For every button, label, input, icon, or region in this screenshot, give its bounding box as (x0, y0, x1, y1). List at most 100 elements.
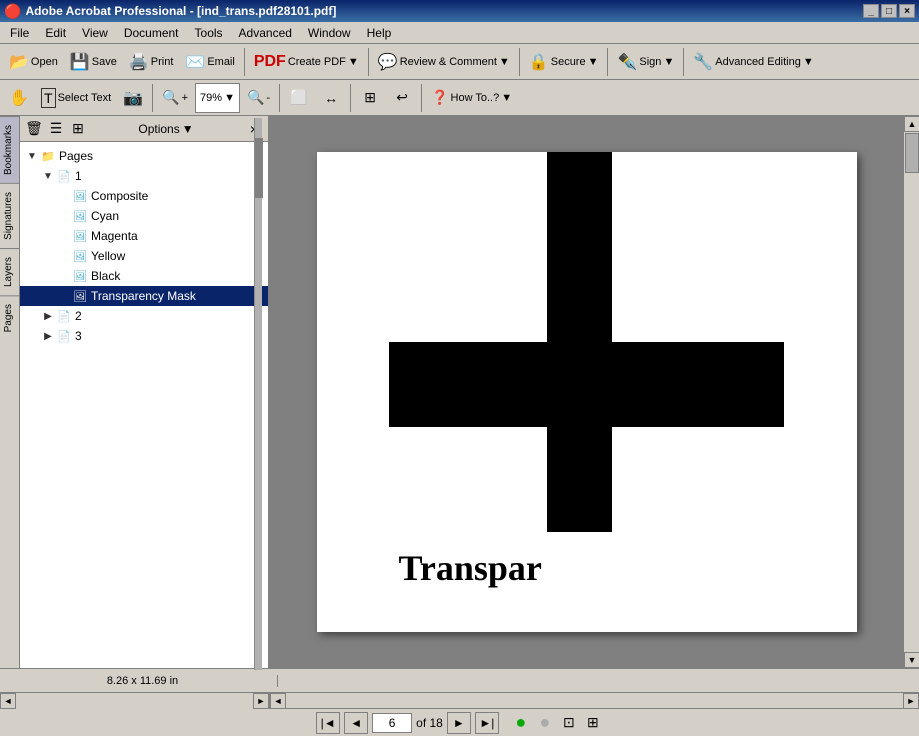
signatures-tab[interactable]: Signatures (0, 183, 19, 248)
zoom-in-icon: 🔍 (162, 89, 179, 106)
menu-edit[interactable]: Edit (39, 24, 72, 42)
nav-zoom-icon[interactable]: ⊞ (583, 713, 603, 733)
expander-page1: ▼ (40, 168, 56, 184)
minimize-button[interactable]: _ (863, 4, 879, 18)
maximize-button[interactable]: □ (881, 4, 897, 18)
nav-status-green[interactable]: ● (511, 713, 531, 733)
hand-tool-button[interactable]: ✋ (4, 83, 34, 113)
nav-status-gray[interactable]: ● (535, 713, 555, 733)
tree-node-magenta[interactable]: 🖼 Magenta (20, 226, 268, 246)
tree-node-transparency-mask[interactable]: 🖼 Transparency Mask (20, 286, 268, 306)
menu-document[interactable]: Document (118, 24, 185, 42)
email-icon: ✉️ (185, 52, 205, 72)
sign-button[interactable]: ✒️ Sign ▼ (612, 47, 679, 77)
camera-icon: 📷 (123, 88, 143, 108)
pdf-page: Transpar Objekte (317, 152, 857, 632)
detail-view-icon[interactable]: ⊞ (68, 119, 88, 139)
dropdown-arrow-icon: ▼ (348, 56, 359, 68)
cross-text-right: Objekte (644, 360, 768, 402)
advanced-editing-dropdown-icon: ▼ (803, 56, 814, 68)
tree-node-black[interactable]: 🖼 Black (20, 266, 268, 286)
create-pdf-button[interactable]: PDF Create PDF ▼ (249, 47, 364, 77)
menu-advanced[interactable]: Advanced (233, 24, 298, 42)
review-button[interactable]: 💬 Review & Comment ▼ (373, 47, 515, 77)
fit-page-icon: ⬜ (290, 89, 307, 106)
rotate-button[interactable]: ↩ (387, 83, 417, 113)
zoom-out-button[interactable]: 🔍 - (242, 83, 275, 113)
expander-pages: ▼ (24, 148, 40, 164)
tree-node-composite[interactable]: 🖼 Composite (20, 186, 268, 206)
page3-icon: 📄 (56, 328, 72, 344)
open-button[interactable]: 📂 Open (4, 47, 63, 77)
fit-page-button[interactable]: ⬜ (284, 83, 314, 113)
scroll-up-button[interactable]: ▲ (904, 116, 919, 132)
email-button[interactable]: ✉️ Email (180, 47, 239, 77)
print-button[interactable]: 🖨️ Print (124, 47, 179, 77)
menu-help[interactable]: Help (361, 24, 398, 42)
zoom-selector[interactable]: 79% ▼ (195, 83, 240, 113)
tree-header-icons: 🗑 ☰ ⊞ (24, 119, 88, 139)
first-page-button[interactable]: |◄ (316, 712, 340, 734)
h-scroll-left-button[interactable]: ◄ (0, 693, 16, 709)
nav-fit-icon[interactable]: ⊡ (559, 713, 579, 733)
secure-icon: 🔒 (529, 52, 549, 72)
dimensions-area: 8.26 x 11.69 in (8, 675, 278, 687)
nav-status-icons: ● ● ⊡ ⊞ (511, 713, 603, 733)
create-pdf-icon: PDF (254, 53, 286, 71)
magenta-icon: 🖼 (72, 228, 88, 244)
tree-node-pages[interactable]: ▼ 📁 Pages (20, 146, 268, 166)
bookmarks-tab[interactable]: Bookmarks (0, 116, 19, 183)
layers-tab[interactable]: Layers (0, 248, 19, 295)
title-text: 🔴 Adobe Acrobat Professional - [ind_tran… (4, 3, 336, 20)
tree-node-page1[interactable]: ▼ 📄 1 (20, 166, 268, 186)
tree-node-yellow[interactable]: 🖼 Yellow (20, 246, 268, 266)
scroll-thumb (905, 133, 919, 173)
pdf-area: Transpar Objekte (270, 116, 903, 668)
h-scroll-prev-button[interactable]: ◄ (270, 693, 286, 709)
tree-node-page2[interactable]: ▶ 📄 2 (20, 306, 268, 326)
expander-cyan (56, 208, 72, 224)
close-window-button[interactable]: × (899, 4, 915, 18)
page-number-input[interactable] (372, 713, 412, 733)
h-scroll-left-section: ◄ ► (0, 693, 270, 709)
secure-button[interactable]: 🔒 Secure ▼ (524, 47, 604, 77)
h-scroll-track (16, 693, 253, 709)
title-bar: 🔴 Adobe Acrobat Professional - [ind_tran… (0, 0, 919, 22)
actual-size-button[interactable]: ⊞ (355, 83, 385, 113)
app-icon: 🔴 (4, 3, 21, 20)
pages-folder-icon: 📁 (40, 148, 56, 164)
prev-page-button[interactable]: ◄ (344, 712, 368, 734)
expander-black (56, 268, 72, 284)
menu-tools[interactable]: Tools (189, 24, 229, 42)
camera-button[interactable]: 📷 (118, 83, 148, 113)
delete-icon[interactable]: 🗑 (24, 119, 44, 139)
last-page-button[interactable]: ►| (475, 712, 499, 734)
fit-width-button[interactable]: ↔ (316, 83, 346, 113)
zoom-in-button[interactable]: 🔍 + (157, 83, 193, 113)
sign-icon: ✒️ (617, 52, 637, 72)
menu-window[interactable]: Window (302, 24, 357, 42)
menu-file[interactable]: File (4, 24, 35, 42)
tree-scroll-area[interactable]: ▼ 📁 Pages ▼ 📄 1 🖼 Composite 🖼 Cyan (20, 142, 268, 668)
save-button[interactable]: 💾 Save (65, 47, 122, 77)
h-scroll-right-button[interactable]: ► (253, 693, 269, 709)
list-view-icon[interactable]: ☰ (46, 119, 66, 139)
h-scroll-next-button[interactable]: ► (903, 693, 919, 709)
advanced-editing-button[interactable]: 🔧 Advanced Editing ▼ (688, 47, 818, 77)
zoom-out-icon: 🔍 (247, 89, 264, 106)
tree-options-button[interactable]: Options ▼ (131, 119, 200, 139)
pages-tab[interactable]: Pages (0, 295, 19, 340)
how-to-button[interactable]: ❓ How To..? ▼ (426, 83, 517, 113)
menu-view[interactable]: View (76, 24, 114, 42)
page-of-label: of 18 (416, 716, 443, 730)
how-to-dropdown-icon: ▼ (501, 92, 512, 104)
tree-node-page3[interactable]: ▶ 📄 3 (20, 326, 268, 346)
tree-node-cyan[interactable]: 🖼 Cyan (20, 206, 268, 226)
scroll-track (904, 132, 919, 652)
select-text-button[interactable]: T Select Text (36, 83, 116, 113)
dimensions-display: 8.26 x 11.69 in (107, 675, 178, 687)
advanced-editing-icon: 🔧 (693, 52, 713, 72)
next-page-button[interactable]: ► (447, 712, 471, 734)
separator8 (350, 84, 351, 112)
scroll-down-button[interactable]: ▼ (904, 652, 919, 668)
